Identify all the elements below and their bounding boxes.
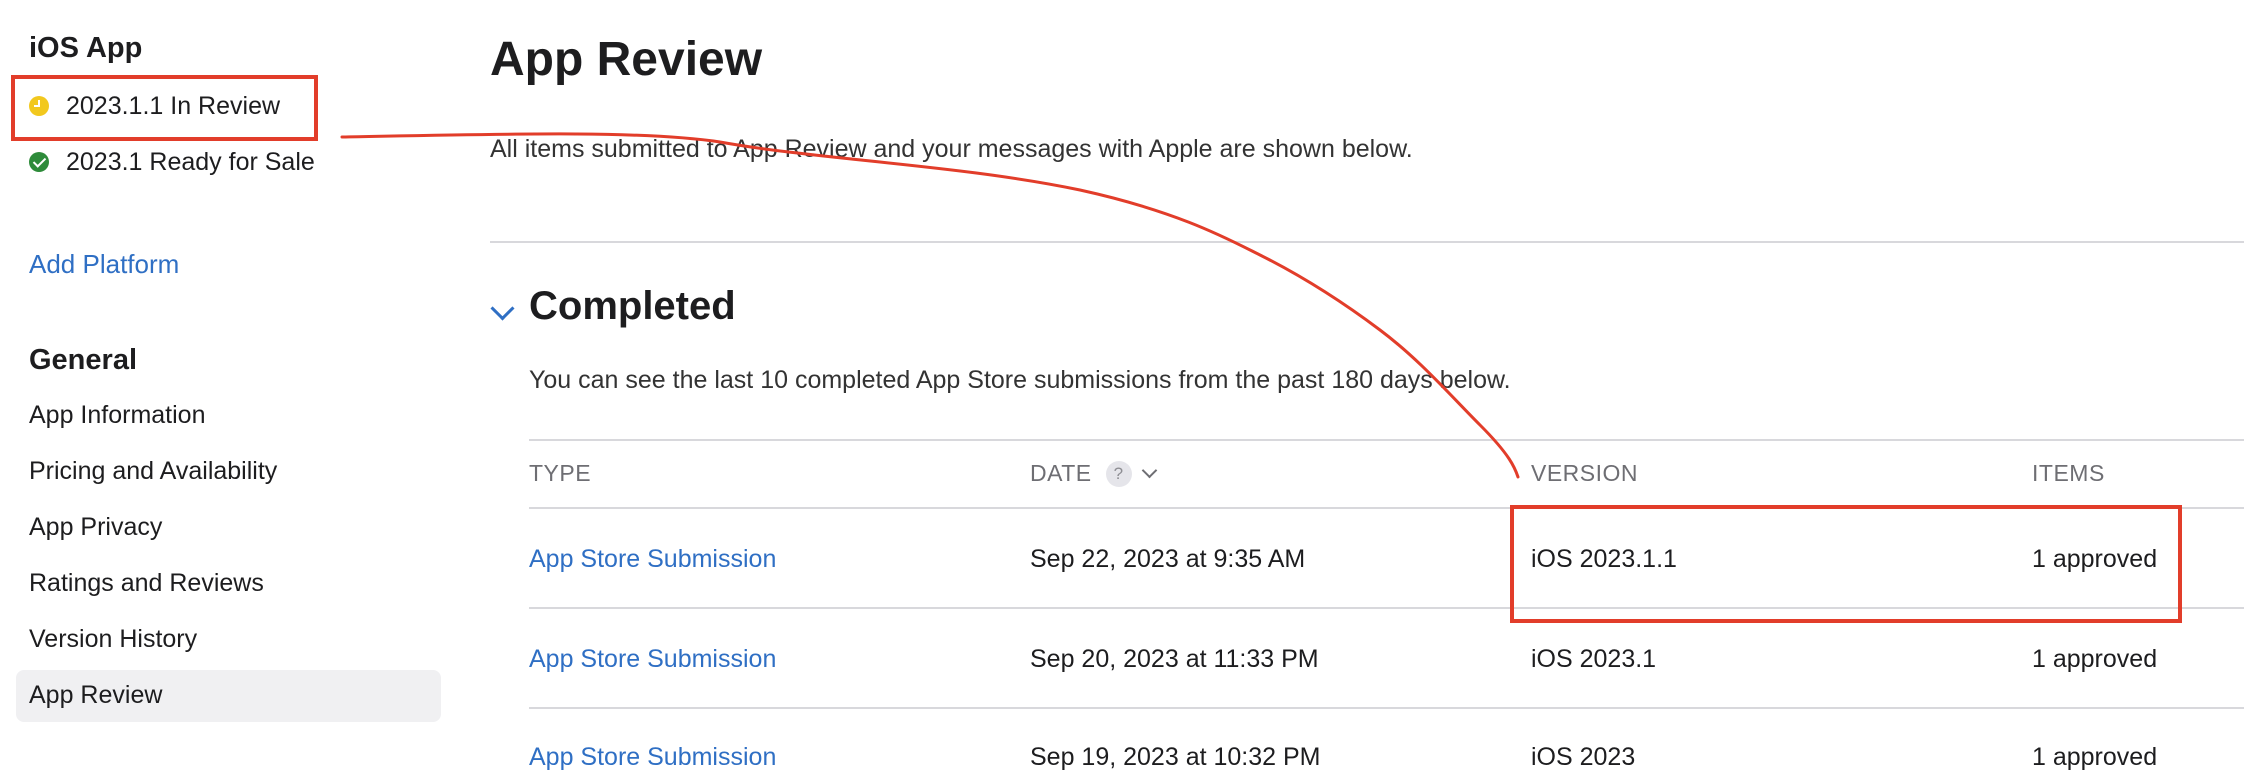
annotation-connector-line	[340, 132, 1520, 479]
